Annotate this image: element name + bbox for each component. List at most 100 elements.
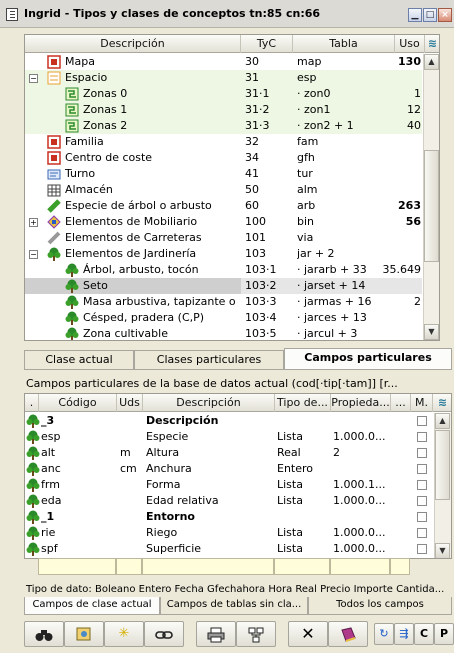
field-row[interactable]: anc cm Anchura Entero: [25, 461, 436, 477]
concepts-tree-grid[interactable]: Descripción TyC Tabla Uso ≋ Mapa 30 map 130…: [24, 34, 440, 341]
filter-codigo-input[interactable]: [38, 558, 116, 575]
refresh-icon[interactable]: ↻: [374, 623, 394, 645]
field-row[interactable]: esp Especie Lista 1.000.0...: [25, 429, 436, 445]
header-descripcion[interactable]: Descripción: [143, 394, 275, 412]
fields-scrollbar[interactable]: ▲ ▼: [434, 413, 451, 558]
sparkle-icon[interactable]: ✳: [104, 621, 144, 647]
scroll-down-button[interactable]: ▼: [435, 543, 450, 558]
image-search-icon[interactable]: [64, 621, 104, 647]
tree-icon: [26, 494, 40, 508]
row-name-cell: Elementos de Carreteras: [25, 230, 241, 246]
tree-row[interactable]: Almacén 50 alm: [25, 182, 422, 198]
tree-row[interactable]: Zonas 1 31·2 · zon1 12: [25, 102, 422, 118]
expand-icon[interactable]: +: [29, 218, 38, 227]
field-property-cell: 1.000.0...: [333, 542, 386, 555]
tree-row[interactable]: − Elementos de Jardinería 103 jar + 2: [25, 246, 422, 262]
tab-campos-tablas-sin-clase[interactable]: Campos de tablas sin cla...: [160, 597, 308, 615]
field-m-checkbox[interactable]: [417, 528, 427, 538]
close-button[interactable]: ×: [438, 8, 452, 22]
tree-row[interactable]: + Elementos de Mobiliario 100 bin 56: [25, 214, 422, 230]
tab-clases-particulares[interactable]: Clases particulares: [134, 350, 284, 369]
tree-row[interactable]: Zonas 2 31·3 · zon2 + 1 40: [25, 118, 422, 134]
maximize-button[interactable]: □: [423, 8, 437, 22]
scroll-up-button[interactable]: ▲: [435, 413, 450, 429]
concepts-scrollbar[interactable]: ▲ ▼: [423, 54, 439, 340]
scroll-down-button[interactable]: ▼: [424, 324, 439, 340]
tab-clase-actual[interactable]: Clase actual: [24, 350, 134, 369]
header-m[interactable]: M.: [411, 394, 433, 412]
scroll-up-button[interactable]: ▲: [424, 54, 439, 70]
field-row[interactable]: _3 Descripción: [25, 413, 436, 429]
field-row[interactable]: frm Forma Lista 1.000.1...: [25, 477, 436, 493]
collapse-icon[interactable]: −: [29, 74, 38, 83]
header-uds[interactable]: Uds: [117, 394, 143, 412]
collapse-icon[interactable]: −: [29, 250, 38, 259]
field-row[interactable]: _1 Entorno: [25, 509, 436, 525]
tree-row[interactable]: Seto 103·2 · jarset + 14: [25, 278, 422, 294]
field-m-checkbox[interactable]: [417, 496, 427, 506]
field-row[interactable]: eda Edad relativa Lista 1.000.0...: [25, 493, 436, 509]
title-bar[interactable]: Ingrid - Tipos y clases de conceptos tn:…: [0, 0, 454, 28]
header-more[interactable]: ...: [391, 394, 411, 412]
filter-more-input[interactable]: [390, 558, 410, 575]
binoculars-icon[interactable]: [24, 621, 64, 647]
scroll-thumb[interactable]: [435, 430, 450, 500]
field-m-checkbox[interactable]: [417, 448, 427, 458]
field-m-checkbox[interactable]: [417, 416, 427, 426]
tree-row[interactable]: Árbol, arbusto, tocón 103·1 · jararb + 33 3…: [25, 262, 422, 278]
header-tyc[interactable]: TyC: [241, 35, 293, 53]
tab-campos-clase-actual[interactable]: Campos de clase actual: [24, 597, 160, 615]
tab-todos-los-campos[interactable]: Todos los campos: [308, 597, 452, 615]
filter-tipo-input[interactable]: [274, 558, 330, 575]
field-m-checkbox[interactable]: [417, 544, 427, 554]
tree-row[interactable]: Césped, pradera (C,P) 103·4 · jarces + 13: [25, 310, 422, 326]
tree-row[interactable]: Turno 41 tur: [25, 166, 422, 182]
header-codigo[interactable]: Código: [39, 394, 117, 412]
filter-uds-input[interactable]: [116, 558, 142, 575]
field-m-checkbox[interactable]: [417, 432, 427, 442]
header-uso[interactable]: Uso: [395, 35, 425, 53]
tree-row[interactable]: Zona cultivable 103·5 · jarcul + 3: [25, 326, 422, 340]
scroll-thumb[interactable]: [424, 150, 439, 262]
tree-row[interactable]: Elementos de Carreteras 101 via: [25, 230, 422, 246]
export-icon[interactable]: ⇶: [394, 623, 414, 645]
delete-icon[interactable]: ✕: [288, 621, 328, 647]
row-tabla-cell: arb: [297, 199, 316, 212]
link-icon[interactable]: [144, 621, 184, 647]
field-row[interactable]: spf Superficie Lista 1.000.0...: [25, 541, 436, 557]
minimize-button[interactable]: ▁: [408, 8, 422, 22]
row-tyc-cell: 34: [245, 151, 259, 164]
tree-row[interactable]: − Espacio 31 esp: [25, 70, 422, 86]
field-m-checkbox[interactable]: [417, 480, 427, 490]
filter-propiedad-input[interactable]: [330, 558, 390, 575]
header-tipo[interactable]: Tipo de...: [275, 394, 331, 412]
fields-grid[interactable]: . Código Uds Descripción Tipo de... Prop…: [24, 393, 452, 559]
field-m-checkbox[interactable]: [417, 464, 427, 474]
tab-campos-particulares[interactable]: Campos particulares: [284, 348, 452, 369]
book-icon[interactable]: [328, 621, 368, 647]
row-tabla-cell: via: [297, 231, 314, 244]
tree-row[interactable]: Masa arbustiva, tapizante o 103·3 · jarmas…: [25, 294, 422, 310]
field-row[interactable]: rie Riego Lista 1.000.0...: [25, 525, 436, 541]
header-propiedad[interactable]: Propieda...: [331, 394, 391, 412]
field-m-checkbox[interactable]: [417, 512, 427, 522]
tree-row[interactable]: Zonas 0 31·1 · zon0 1: [25, 86, 422, 102]
hierarchy-icon[interactable]: [236, 621, 276, 647]
tree-row[interactable]: Familia 32 fam: [25, 134, 422, 150]
column-chooser-icon[interactable]: ≋: [433, 394, 451, 412]
tree-row[interactable]: Mapa 30 map 130: [25, 54, 422, 70]
print-icon[interactable]: [196, 621, 236, 647]
filter-descripcion-input[interactable]: [142, 558, 274, 575]
row-name-cell: Mapa: [25, 54, 241, 70]
fields-info-line: Campos particulares de la base de datos …: [26, 377, 398, 390]
c-icon[interactable]: C: [414, 623, 434, 645]
tree-row[interactable]: Especie de árbol o arbusto 60 arb 263: [25, 198, 422, 214]
row-name-cell: Especie de árbol o arbusto: [25, 198, 241, 214]
field-row[interactable]: alt m Altura Real 2: [25, 445, 436, 461]
header-descripcion[interactable]: Descripción: [25, 35, 241, 53]
header-tabla[interactable]: Tabla: [293, 35, 395, 53]
p-icon[interactable]: P: [434, 623, 454, 645]
column-chooser-icon[interactable]: ≋: [425, 35, 439, 53]
tree-row[interactable]: Centro de coste 34 gfh: [25, 150, 422, 166]
header-dot[interactable]: .: [25, 394, 39, 412]
